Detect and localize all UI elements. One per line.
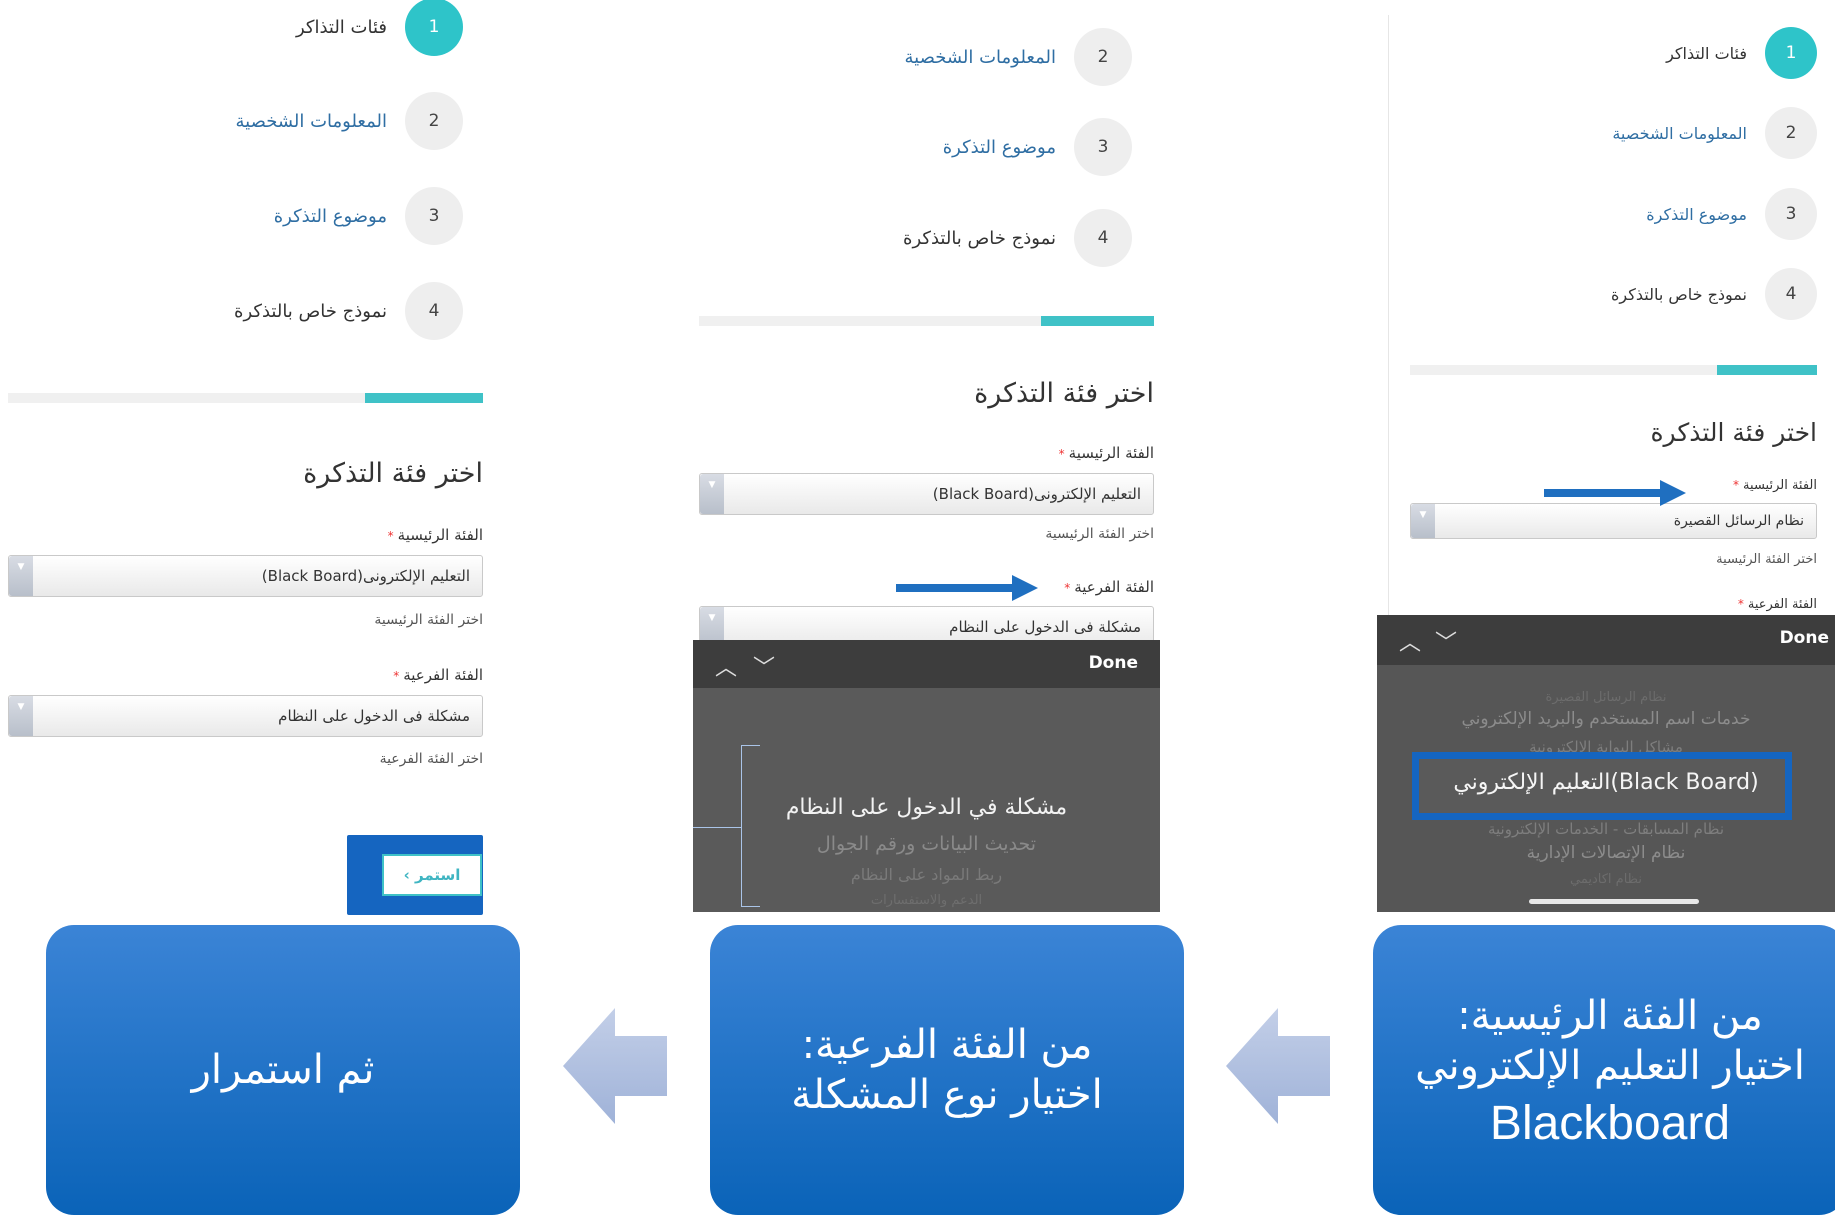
sub-category-label: الفئة الفرعية* (1064, 578, 1154, 596)
picker-option[interactable]: ربط المواد على النظام (693, 865, 1160, 884)
step-number-badge: 2 (405, 92, 463, 150)
main-category-label: الفئة الرئيسية* (387, 526, 483, 544)
step-ticket-form[interactable]: 4 نموذج خاص بالتذكرة (234, 281, 463, 341)
done-button[interactable]: Done (1089, 653, 1138, 673)
main-category-label: الفئة الرئيسية* (1058, 444, 1154, 462)
step-label: نموذج خاص بالتذكرة (1611, 284, 1747, 304)
main-category-hint: اختر الفئة الرئيسية (374, 612, 483, 628)
form-title: اختر فئة التذكرة (1650, 418, 1817, 447)
right-picker-overlay[interactable]: ︿ ﹀ Done نظام الرسائل القصيرة خدمات اسم … (1377, 615, 1835, 912)
done-button[interactable]: Done (1780, 628, 1829, 648)
left-arrow-icon (563, 1008, 667, 1124)
chevron-down-icon[interactable]: ﹀ (753, 650, 775, 682)
step-ticket-subject[interactable]: 3 موضوع التذكرة (1646, 184, 1817, 244)
picker-option-selected[interactable]: التعليم الإلكتروني(Black Board) (1377, 770, 1835, 795)
chevron-down-icon[interactable]: ﹀ (1435, 625, 1457, 657)
main-category-select[interactable]: التعليم الإلكترونى(Black Board) ▼ (699, 473, 1154, 515)
step-personal-info[interactable]: 2 المعلومات الشخصية (905, 27, 1132, 87)
picker-option[interactable]: نظام الرسائل القصيرة (1377, 690, 1835, 705)
picker-option[interactable]: خدمات اسم المستخدم والبريد الإلكتروني (1377, 709, 1835, 729)
sub-category-select[interactable]: مشكلة فى الدخول على النظام ▼ (8, 695, 483, 737)
step-label: موضوع التذكرة (942, 136, 1056, 158)
step-label: فئات التذاكر (1666, 43, 1747, 63)
step-personal-info[interactable]: 2 المعلومات الشخصية (236, 91, 463, 151)
step-ticket-categories[interactable]: 1 فئات التذاكر (296, 0, 463, 57)
sub-category-hint: اختر الفئة الفرعية (379, 751, 483, 767)
step-number-badge: 3 (1765, 188, 1817, 240)
step-label: المعلومات الشخصية (1612, 123, 1747, 143)
step-label: موضوع التذكرة (273, 205, 387, 227)
step-label: نموذج خاص بالتذكرة (903, 227, 1056, 249)
step-number-badge: 3 (1074, 118, 1132, 176)
chevron-up-icon[interactable]: ︿ (1399, 625, 1421, 657)
step-number-badge: 4 (1765, 268, 1817, 320)
picker-option[interactable]: نظام الإتصالات الإدارية (1377, 843, 1835, 863)
middle-picker-overlay[interactable]: ︿ ﹀ Done مشكلة في الدخول على النظام تحدي… (693, 640, 1160, 912)
left-arrow-icon (1226, 1008, 1330, 1124)
step-number-badge: 1 (1765, 27, 1817, 79)
left-screenshot-panel: 1 فئات التذاكر 2 المعلومات الشخصية 3 موض… (8, 0, 483, 920)
caption-box-sub-category: من الفئة الفرعية: اختيار نوع المشكلة (710, 925, 1184, 1215)
step-label: فئات التذاكر (295, 16, 387, 38)
step-number-badge: 1 (405, 0, 463, 56)
step-ticket-subject[interactable]: 3 موضوع التذكرة (943, 117, 1132, 177)
right-panel-divider (1388, 15, 1389, 615)
form-title: اختر فئة التذكرة (303, 458, 483, 489)
sub-category-arrow (896, 575, 1038, 601)
main-category-arrow (1544, 480, 1686, 506)
step-number-badge: 4 (405, 282, 463, 340)
step-number-badge: 2 (1765, 107, 1817, 159)
step-label: موضوع التذكرة (1646, 204, 1747, 224)
main-category-hint: اختر الفئة الرئيسية (1716, 552, 1817, 567)
dropdown-arrow-icon: ▼ (1411, 504, 1435, 538)
step-label: المعلومات الشخصية (235, 110, 387, 132)
caption-box-main-category: من الفئة الرئيسية: اختيار التعليم الإلكت… (1373, 925, 1835, 1215)
form-title: اختر فئة التذكرة (974, 378, 1154, 409)
continue-button[interactable]: استمر › (382, 854, 482, 896)
dropdown-arrow-icon: ▼ (700, 474, 724, 514)
picker-toolbar: ︿ ﹀ Done (1377, 615, 1835, 665)
step-ticket-categories[interactable]: 1 فئات التذاكر (1666, 23, 1817, 83)
picker-toolbar: ︿ ﹀ Done (693, 640, 1160, 688)
step-ticket-form[interactable]: 4 نموذج خاص بالتذكرة (903, 208, 1132, 268)
picker-option[interactable]: تحديث البيانات ورقم الجوال (693, 833, 1160, 855)
sub-category-label: الفئة الفرعية* (393, 666, 483, 684)
picker-option[interactable]: نظام المسابقات - الخدمات الإلكترونية (1377, 820, 1835, 838)
caption-box-continue: ثم استمرار (46, 925, 520, 1215)
step-personal-info[interactable]: 2 المعلومات الشخصية (1612, 103, 1817, 163)
step-number-badge: 2 (1074, 28, 1132, 86)
step-ticket-form[interactable]: 4 نموذج خاص بالتذكرة (1611, 264, 1817, 324)
dropdown-arrow-icon: ▼ (9, 556, 33, 596)
dropdown-arrow-icon: ▼ (9, 696, 33, 736)
sub-category-label: الفئة الفرعية* (1737, 597, 1817, 612)
home-indicator (1529, 899, 1699, 904)
main-category-select[interactable]: التعليم الإلكترونى(Black Board) ▼ (8, 555, 483, 597)
picker-option-selected[interactable]: مشكلة في الدخول على النظام (693, 795, 1160, 820)
main-category-select[interactable]: نظام الرسائل القصيرة ▼ (1410, 503, 1817, 539)
progress-bar (1410, 365, 1817, 375)
picker-option[interactable]: نظام اكاديمي (1377, 872, 1835, 887)
chevron-up-icon[interactable]: ︿ (715, 650, 737, 682)
main-category-hint: اختر الفئة الرئيسية (1045, 526, 1154, 542)
progress-bar (699, 316, 1154, 326)
progress-bar (8, 393, 483, 403)
main-category-label: الفئة الرئيسية* (1733, 478, 1817, 493)
step-label: نموذج خاص بالتذكرة (234, 300, 387, 322)
step-number-badge: 4 (1074, 209, 1132, 267)
picker-option[interactable]: الدعم والاستفسارات (693, 893, 1160, 908)
step-number-badge: 3 (405, 187, 463, 245)
step-label: المعلومات الشخصية (904, 46, 1056, 68)
step-ticket-subject[interactable]: 3 موضوع التذكرة (274, 186, 463, 246)
